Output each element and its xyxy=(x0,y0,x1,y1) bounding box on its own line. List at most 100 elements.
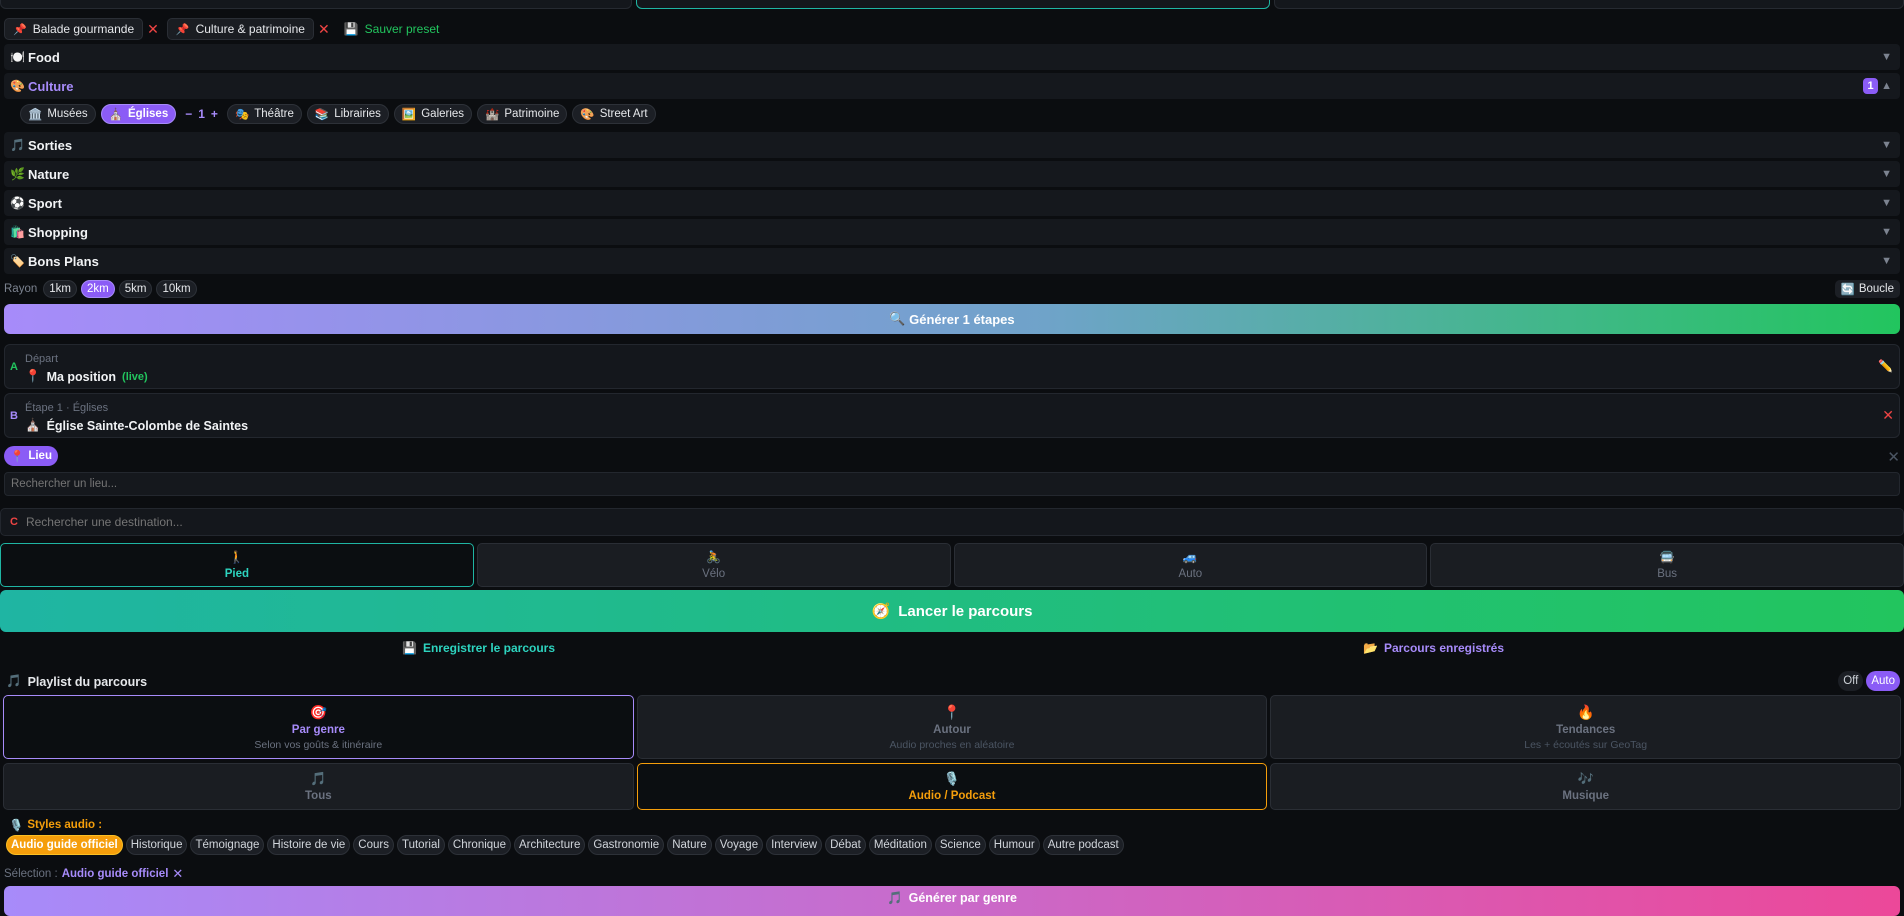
save-route-button[interactable]: 💾 Enregistrer le parcours xyxy=(402,641,555,655)
transport-pied[interactable]: 🚶 Pied xyxy=(0,543,474,587)
leaf-icon: 🌿 xyxy=(10,167,25,181)
subcategory-eglises[interactable]: ⛪ Églises xyxy=(100,104,177,124)
style-chip[interactable]: Débat xyxy=(825,835,866,855)
style-chip[interactable]: Témoignage xyxy=(190,835,265,855)
preset-chip-culture[interactable]: 📌 Culture & patrimoine xyxy=(166,18,314,40)
church-icon: ⛪ xyxy=(25,418,41,432)
style-chip[interactable]: Autre podcast xyxy=(1042,835,1124,855)
style-chip[interactable]: Histoire de vie xyxy=(267,835,351,855)
style-chip[interactable]: Méditation xyxy=(868,835,932,855)
top-tab-middle[interactable] xyxy=(636,0,1270,9)
subcategory-label: Théâtre xyxy=(254,108,294,120)
pencil-icon[interactable]: ✏️ xyxy=(1878,359,1893,373)
playlist-mode-par-genre[interactable]: 🎯 Par genre Selon vos goûts & itinéraire xyxy=(3,695,634,759)
chevron-down-icon: ▼ xyxy=(1881,197,1892,209)
subcategory-street-art[interactable]: 🎨 Street Art xyxy=(572,104,656,124)
style-chip[interactable]: Historique xyxy=(125,835,188,855)
increment-button[interactable]: + xyxy=(211,107,218,121)
lieu-tab[interactable]: 📍 Lieu xyxy=(4,446,58,466)
stop-title: 📍 Ma position (live) xyxy=(25,369,148,384)
shopping-bags-icon: 🛍️ xyxy=(10,225,25,239)
mode-title: Par genre xyxy=(291,723,345,736)
preset-bar: 📌 Balade gourmande ✕ 📌 Culture & patrimo… xyxy=(4,18,439,40)
style-chip[interactable]: Architecture xyxy=(513,835,586,855)
style-chip[interactable]: Science xyxy=(934,835,986,855)
style-chip[interactable]: Chronique xyxy=(447,835,511,855)
subcategory-label: Librairies xyxy=(334,108,381,120)
save-preset-button[interactable]: 💾 Sauver preset xyxy=(344,22,440,36)
style-chip[interactable]: Nature xyxy=(667,835,712,855)
pin-icon: 📍 xyxy=(25,369,41,383)
radius-option-5km[interactable]: 5km xyxy=(118,280,153,298)
mode-title: Tendances xyxy=(1556,723,1616,736)
style-chip[interactable]: Audio guide officiel xyxy=(6,835,123,855)
type-label: Tous xyxy=(305,790,332,802)
subcategory-patrimoine[interactable]: 🏰 Patrimoine xyxy=(477,104,568,124)
radius-option-10km[interactable]: 10km xyxy=(156,280,197,298)
category-culture[interactable]: 🎨 Culture 1 ▲ xyxy=(4,73,1900,99)
pin-icon: 📌 xyxy=(13,23,27,36)
transport-label: Vélo xyxy=(702,568,726,580)
clear-selection-icon[interactable]: ✕ xyxy=(172,866,183,882)
theater-masks-icon: 🎭 xyxy=(234,109,250,121)
category-label: Sorties xyxy=(28,137,73,153)
style-chip[interactable]: Interview xyxy=(766,835,823,855)
launch-route-button[interactable]: 🧭 Lancer le parcours xyxy=(0,590,1904,632)
bicycle-icon: 🚴 xyxy=(706,550,722,564)
type-tous[interactable]: 🎵 Tous xyxy=(3,763,634,810)
radius-option-1km[interactable]: 1km xyxy=(43,280,77,298)
stop-sublabel: Étape 1 · Églises xyxy=(25,402,109,414)
style-chip[interactable]: Tutorial xyxy=(396,835,445,855)
category-bons-plans[interactable]: 🏷️ Bons Plans ▼ xyxy=(4,248,1900,274)
type-audio-podcast[interactable]: 🎙️ Audio / Podcast xyxy=(636,763,1268,810)
decrement-button[interactable]: − xyxy=(185,107,192,121)
loop-label: Boucle xyxy=(1858,283,1894,295)
music-note-icon: 🎵 xyxy=(310,771,327,786)
destination-search-input[interactable] xyxy=(25,515,1826,529)
playlist-mode-autour[interactable]: 📍 Autour Audio proches en aléatoire xyxy=(636,695,1268,759)
transport-bus[interactable]: 🚍 Bus xyxy=(1430,543,1904,587)
style-chip[interactable]: Humour xyxy=(988,835,1040,855)
transport-auto[interactable]: 🚙 Auto xyxy=(953,543,1428,587)
style-chip[interactable]: Voyage xyxy=(714,835,764,855)
stop-title: ⛪ Église Sainte-Colombe de Saintes xyxy=(25,418,248,433)
remove-stop-icon[interactable]: ✕ xyxy=(1882,407,1894,424)
loop-toggle-button[interactable]: 🔄 Boucle xyxy=(1834,280,1900,298)
subcategory-theatre[interactable]: 🎭 Théâtre xyxy=(226,104,302,124)
style-chip[interactable]: Cours xyxy=(353,835,394,855)
destination-field[interactable]: C xyxy=(0,508,1904,536)
style-chip[interactable]: Gastronomie xyxy=(588,835,665,855)
top-tab-right[interactable] xyxy=(1274,0,1904,9)
subcategory-librairies[interactable]: 📚 Librairies xyxy=(306,104,389,124)
floppy-disk-icon: 💾 xyxy=(343,22,359,36)
category-sorties[interactable]: 🎵 Sorties ▼ xyxy=(4,132,1900,158)
audio-type-selector: 🎵 Tous 🎙️ Audio / Podcast 🎶 Musique xyxy=(3,763,1902,810)
mode-subtitle: Audio proches en aléatoire xyxy=(889,738,1015,751)
subcategory-galeries[interactable]: 🖼️ Galeries xyxy=(393,104,473,124)
top-tab-left[interactable] xyxy=(0,0,632,9)
radius-option-2km[interactable]: 2km xyxy=(80,280,115,298)
saved-routes-button[interactable]: 📂 Parcours enregistrés xyxy=(1363,641,1504,655)
stop-a-departure[interactable]: A Départ 📍 Ma position (live) ✏️ xyxy=(4,344,1900,389)
ball-icon: ⚽ xyxy=(10,196,25,210)
remove-preset-icon[interactable]: ✕ xyxy=(147,21,159,38)
place-search-input[interactable] xyxy=(4,472,1900,496)
category-nature[interactable]: 🌿 Nature ▼ xyxy=(4,161,1900,187)
transport-velo[interactable]: 🚴 Vélo xyxy=(476,543,951,587)
generate-by-genre-button[interactable]: 🎵 Générer par genre xyxy=(4,886,1900,916)
type-musique[interactable]: 🎶 Musique xyxy=(1270,763,1902,810)
category-food[interactable]: 🍽️ Food ▼ xyxy=(4,44,1900,70)
generate-steps-button[interactable]: 🔍 Générer 1 étapes xyxy=(4,304,1900,334)
toggle-auto[interactable]: Auto xyxy=(1866,671,1900,691)
remove-preset-icon[interactable]: ✕ xyxy=(318,21,330,38)
category-sport[interactable]: ⚽ Sport ▼ xyxy=(4,190,1900,216)
preset-chip-balade[interactable]: 📌 Balade gourmande xyxy=(4,18,144,40)
subcategory-musees[interactable]: 🏛️ Musées xyxy=(20,104,96,124)
playlist-mode-selector: 🎯 Par genre Selon vos goûts & itinéraire… xyxy=(3,695,1902,759)
stop-b-step1[interactable]: B Étape 1 · Églises ⛪ Église Sainte-Colo… xyxy=(4,393,1900,438)
category-shopping[interactable]: 🛍️ Shopping ▼ xyxy=(4,219,1900,245)
close-icon[interactable]: ✕ xyxy=(1887,448,1900,466)
category-label: Bons Plans xyxy=(28,253,99,269)
toggle-off[interactable]: Off xyxy=(1838,671,1864,691)
playlist-mode-tendances[interactable]: 🔥 Tendances Les + écoutés sur GeoTag xyxy=(1270,695,1902,759)
